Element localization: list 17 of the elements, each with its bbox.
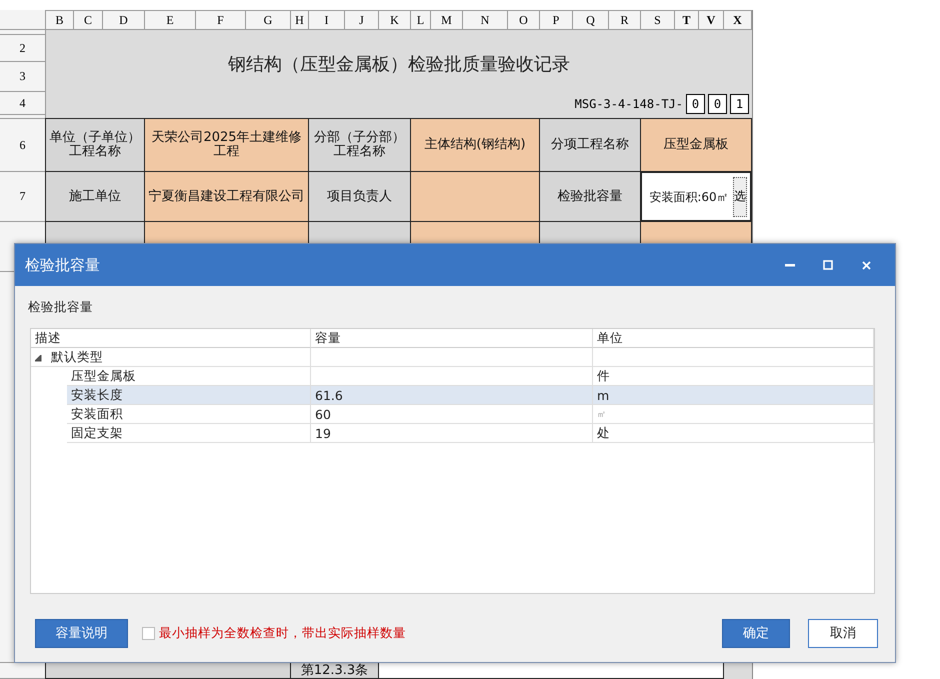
label-cell: 检验批容量 (539, 171, 641, 222)
form-code: MSG-3-4-148-TJ- (574, 96, 683, 110)
unit-value: m (597, 388, 610, 402)
group-label: 检验批容量 (28, 299, 94, 316)
label-cell: 项目负责人 (308, 171, 411, 222)
table-cell: 第12.3.3条 (290, 662, 379, 679)
label-cell: 分项工程名称 (539, 118, 641, 172)
unit-value: 件 (597, 368, 610, 384)
label-cell: 单位（子单位）工程名称 (45, 118, 145, 172)
type-name: 默认类型 (51, 348, 103, 366)
sheet-title: 钢结构（压型金属板）检验批质量验收记录 (227, 52, 571, 76)
capacity-text: 安装面积:60㎡ (648, 190, 730, 204)
dialog-title: 检验批容量 (25, 256, 101, 274)
label-cell: 施工单位 (45, 171, 145, 222)
unit-value: ㎡ (597, 408, 606, 420)
label-cell: 分部（子分部）工程名称 (308, 118, 411, 172)
unit-value: 处 (597, 424, 610, 442)
